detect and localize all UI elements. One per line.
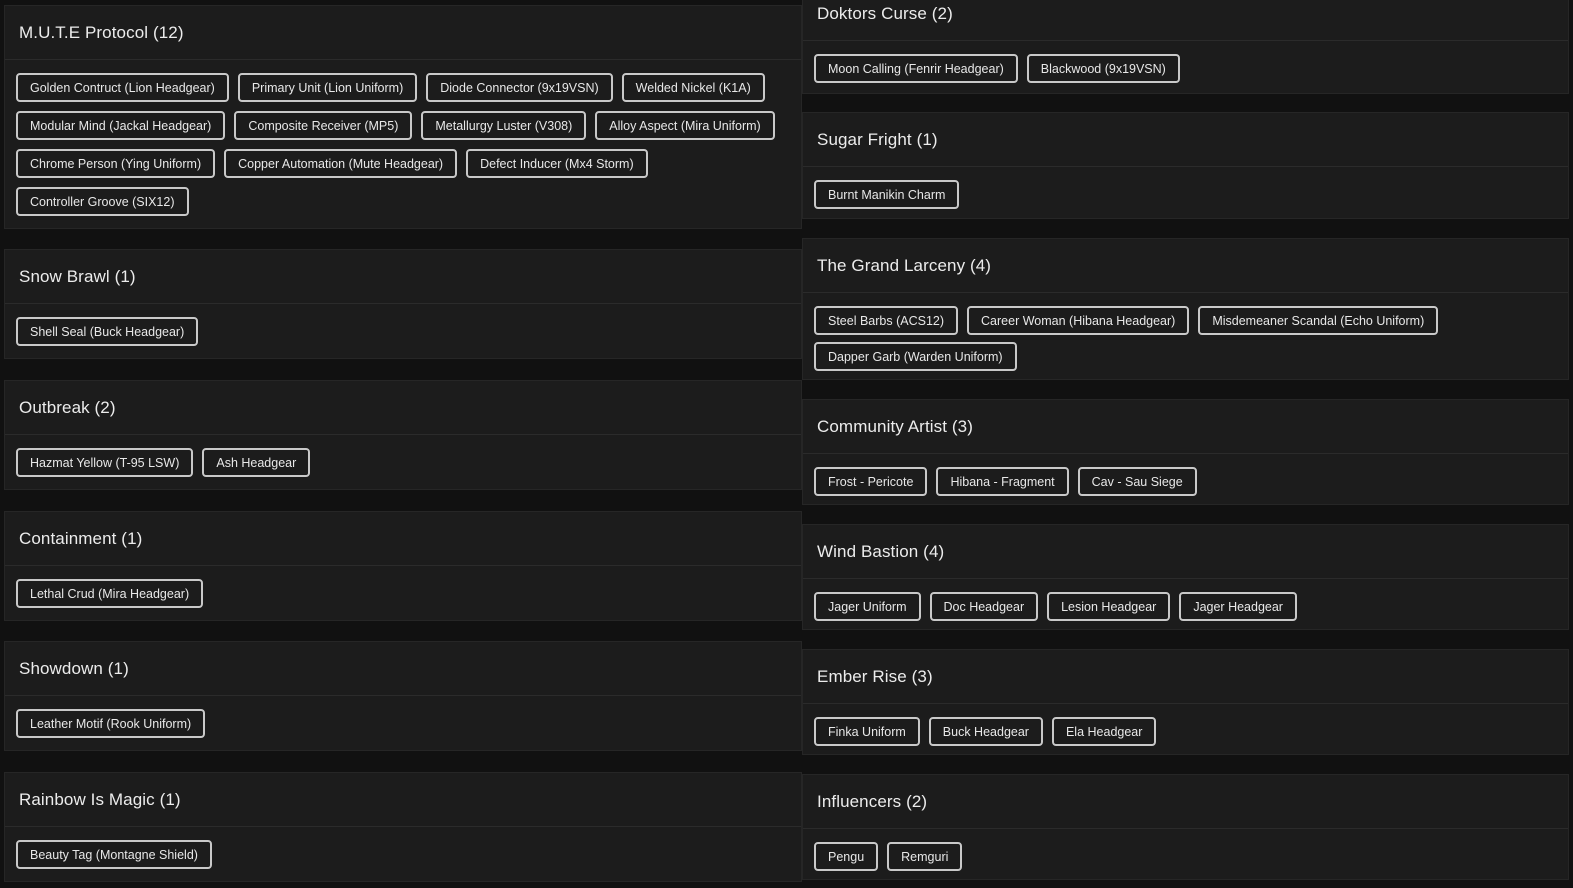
panel-title: Sugar Fright (1) [803, 113, 1568, 167]
tag-list: Pengu Remguri [803, 829, 1568, 879]
tag-list: Burnt Manikin Charm [803, 167, 1568, 217]
tag-list: Leather Motif (Rook Uniform) [5, 696, 801, 746]
item-tag[interactable]: Cav - Sau Siege [1077, 467, 1197, 496]
panel-title: Doktors Curse (2) [803, 0, 1568, 41]
item-tag[interactable]: Controller Groove (SIX12) [16, 187, 189, 216]
item-tag[interactable]: Welded Nickel (K1A) [621, 73, 765, 102]
tag-list: Moon Calling (Fenrir Headgear) Blackwood… [803, 41, 1568, 91]
item-tag[interactable]: Primary Unit (Lion Uniform) [237, 73, 418, 102]
panel-title: Outbreak (2) [5, 381, 801, 435]
item-tag[interactable]: Misdemeaner Scandal (Echo Uniform) [1198, 306, 1439, 335]
item-tag[interactable]: Dapper Garb (Warden Uniform) [814, 342, 1017, 371]
item-tag[interactable]: Modular Mind (Jackal Headgear) [16, 111, 226, 140]
collection-panel: Snow Brawl (1) Shell Seal (Buck Headgear… [4, 249, 802, 359]
item-tag[interactable]: Jager Headgear [1179, 592, 1297, 621]
item-tag[interactable]: Career Woman (Hibana Headgear) [967, 306, 1190, 335]
item-tag[interactable]: Diode Connector (9x19VSN) [426, 73, 613, 102]
item-tag[interactable]: Lesion Headgear [1047, 592, 1171, 621]
item-tag[interactable]: Doc Headgear [929, 592, 1039, 621]
collection-panel: Containment (1) Lethal Crud (Mira Headge… [4, 511, 802, 621]
item-tag[interactable]: Lethal Crud (Mira Headgear) [16, 579, 204, 608]
item-tag[interactable]: Hibana - Fragment [936, 467, 1069, 496]
collection-panel: Sugar Fright (1) Burnt Manikin Charm [802, 112, 1569, 219]
panel-title: The Grand Larceny (4) [803, 239, 1568, 293]
tag-list: Golden Contruct (Lion Headgear) Primary … [5, 60, 801, 224]
item-tag[interactable]: Alloy Aspect (Mira Uniform) [595, 111, 775, 140]
tag-list: Jager Uniform Doc Headgear Lesion Headge… [803, 579, 1568, 629]
tag-list: Shell Seal (Buck Headgear) [5, 304, 801, 354]
panel-title: Influencers (2) [803, 775, 1568, 829]
collection-panel: The Grand Larceny (4) Steel Barbs (ACS12… [802, 238, 1569, 380]
item-tag[interactable]: Ela Headgear [1051, 717, 1157, 746]
item-tag[interactable]: Beauty Tag (Montagne Shield) [16, 840, 212, 869]
collection-panel: Ember Rise (3) Finka Uniform Buck Headge… [802, 649, 1569, 755]
item-tag[interactable]: Remguri [887, 842, 963, 871]
item-tag[interactable]: Metallurgy Luster (V308) [421, 111, 587, 140]
tag-list: Lethal Crud (Mira Headgear) [5, 566, 801, 616]
item-tag[interactable]: Shell Seal (Buck Headgear) [16, 317, 199, 346]
tag-list: Frost - Pericote Hibana - Fragment Cav -… [803, 454, 1568, 504]
item-tag[interactable]: Jager Uniform [814, 592, 921, 621]
item-tag[interactable]: Steel Barbs (ACS12) [814, 306, 959, 335]
collection-panel: Community Artist (3) Frost - Pericote Hi… [802, 399, 1569, 505]
collection-panel: Influencers (2) Pengu Remguri [802, 774, 1569, 880]
panel-title: Rainbow Is Magic (1) [5, 773, 801, 827]
tag-list: Hazmat Yellow (T-95 LSW) Ash Headgear [5, 435, 801, 485]
collection-panel: Showdown (1) Leather Motif (Rook Uniform… [4, 641, 802, 751]
panel-title: Wind Bastion (4) [803, 525, 1568, 579]
item-tag[interactable]: Copper Automation (Mute Headgear) [224, 149, 458, 178]
panel-title: M.U.T.E Protocol (12) [5, 6, 801, 60]
panel-title: Showdown (1) [5, 642, 801, 696]
item-tag[interactable]: Burnt Manikin Charm [814, 180, 960, 209]
item-tag[interactable]: Pengu [814, 842, 879, 871]
item-tag[interactable]: Chrome Person (Ying Uniform) [16, 149, 216, 178]
collection-panel: Outbreak (2) Hazmat Yellow (T-95 LSW) As… [4, 380, 802, 490]
item-tag[interactable]: Ash Headgear [202, 448, 311, 477]
tag-list: Finka Uniform Buck Headgear Ela Headgear [803, 704, 1568, 754]
item-tag[interactable]: Composite Receiver (MP5) [234, 111, 413, 140]
item-tag[interactable]: Leather Motif (Rook Uniform) [16, 709, 206, 738]
item-tag[interactable]: Golden Contruct (Lion Headgear) [16, 73, 229, 102]
panel-title: Snow Brawl (1) [5, 250, 801, 304]
collection-panel: Doktors Curse (2) Moon Calling (Fenrir H… [802, 0, 1569, 94]
tag-list: Beauty Tag (Montagne Shield) [5, 827, 801, 877]
item-tag[interactable]: Moon Calling (Fenrir Headgear) [814, 54, 1018, 83]
item-tag[interactable]: Defect Inducer (Mx4 Storm) [466, 149, 648, 178]
item-tag[interactable]: Frost - Pericote [814, 467, 928, 496]
collection-panel: Rainbow Is Magic (1) Beauty Tag (Montagn… [4, 772, 802, 882]
panel-title: Ember Rise (3) [803, 650, 1568, 704]
item-tag[interactable]: Hazmat Yellow (T-95 LSW) [16, 448, 194, 477]
collection-panel: M.U.T.E Protocol (12) Golden Contruct (L… [4, 5, 802, 229]
collection-panel: Wind Bastion (4) Jager Uniform Doc Headg… [802, 524, 1569, 630]
item-tag[interactable]: Finka Uniform [814, 717, 920, 746]
panel-title: Containment (1) [5, 512, 801, 566]
tag-list: Steel Barbs (ACS12) Career Woman (Hibana… [803, 293, 1568, 379]
item-tag[interactable]: Buck Headgear [928, 717, 1043, 746]
item-tag[interactable]: Blackwood (9x19VSN) [1026, 54, 1180, 83]
panel-title: Community Artist (3) [803, 400, 1568, 454]
